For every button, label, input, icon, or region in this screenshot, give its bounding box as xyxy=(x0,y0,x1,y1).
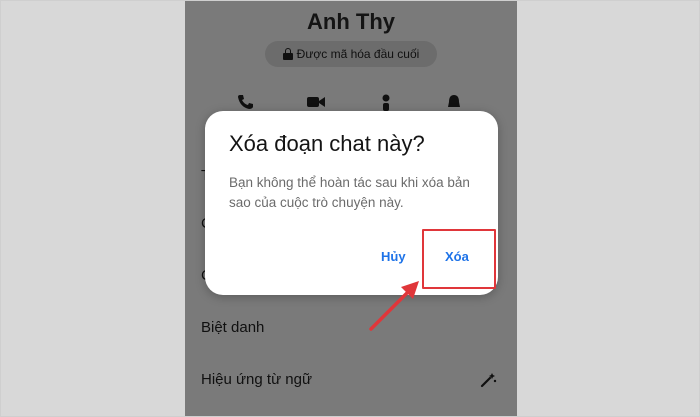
phone-icon[interactable] xyxy=(235,93,257,111)
contact-name: Anh Thy xyxy=(307,9,395,34)
menu-item-word-effects[interactable]: Hiệu ứng từ ngữ xyxy=(201,371,312,388)
cancel-button[interactable]: Hủy xyxy=(381,249,406,264)
lock-icon xyxy=(282,48,293,60)
screenshot-frame: Anh Thy Được mã hóa đầu cuối T C C Biệt … xyxy=(0,0,700,417)
encryption-label: Được mã hóa đầu cuối xyxy=(296,47,420,61)
bell-icon[interactable] xyxy=(443,93,465,111)
video-call-icon[interactable] xyxy=(305,93,327,111)
magic-wand-icon xyxy=(480,373,497,388)
menu-item-nickname[interactable]: Biệt danh xyxy=(201,319,264,336)
encryption-badge[interactable]: Được mã hóa đầu cuối xyxy=(265,41,437,67)
highlight-box xyxy=(422,229,496,289)
pointer-arrow-icon xyxy=(369,281,419,331)
dialog-title: Xóa đoạn chat này? xyxy=(229,131,425,156)
dialog-message: Bạn không thể hoàn tác sau khi xóa bản s… xyxy=(229,175,470,210)
profile-icon[interactable] xyxy=(375,93,397,111)
